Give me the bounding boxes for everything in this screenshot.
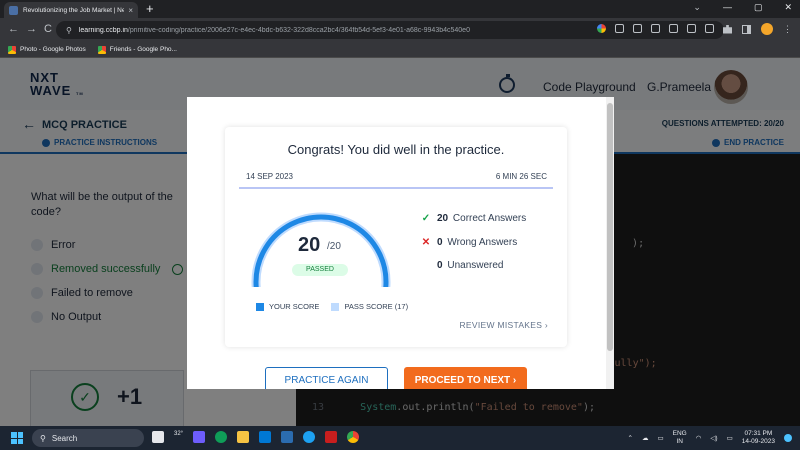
result-card: Congrats! You did well in the practice. … bbox=[225, 127, 567, 347]
close-window-button[interactable]: ✕ bbox=[784, 2, 792, 13]
legend-label: YOUR SCORE bbox=[269, 302, 320, 311]
bookmark-label: Friends - Google Pho... bbox=[109, 46, 177, 53]
extension-icons: ⋮ bbox=[723, 23, 792, 35]
browser-tab-bar: Revolutionizing the Job Market | Ne × + … bbox=[0, 0, 800, 18]
result-modal: Congrats! You did well in the practice. … bbox=[187, 97, 614, 389]
modal-scrollbar[interactable] bbox=[606, 97, 614, 389]
windows-start-icon[interactable] bbox=[11, 432, 23, 444]
battery-status-icon[interactable]: ▭ bbox=[727, 434, 733, 442]
site-favicon-icon bbox=[9, 5, 18, 15]
gauge-score-arc bbox=[253, 214, 389, 287]
cross-icon: ✕ bbox=[421, 237, 431, 248]
maximize-button[interactable]: ▢ bbox=[754, 2, 763, 13]
wifi-icon[interactable]: ◠ bbox=[696, 434, 702, 442]
legend-swatch bbox=[256, 302, 264, 311]
tab-title: Revolutionizing the Job Market | Ne bbox=[23, 6, 125, 14]
store-icon[interactable] bbox=[259, 431, 272, 443]
congrats-title: Congrats! You did well in the practice. bbox=[287, 142, 505, 157]
menu-dots-icon[interactable]: ⋮ bbox=[783, 24, 792, 34]
window-controls: ⌄ — ▢ ✕ bbox=[693, 2, 792, 13]
forward-button[interactable]: → bbox=[26, 23, 37, 35]
proceed-to-next-button[interactable]: PROCEED TO NEXT › bbox=[404, 367, 527, 389]
gauge-legend: YOUR SCORE PASS SCORE (17) bbox=[256, 302, 408, 311]
mail-icon[interactable] bbox=[281, 431, 294, 443]
url-host: learning.ccbp.in bbox=[78, 26, 128, 34]
stat-correct: ✓ 20 Correct Answers bbox=[421, 213, 526, 224]
windows-taskbar: ⚲ Search 32° ⌃ ☁ ▭ ENG IN ◠ ◁) ▭ 07:31 PM… bbox=[0, 426, 800, 450]
hide-icon[interactable] bbox=[669, 24, 678, 33]
notification-bell-icon[interactable] bbox=[784, 434, 792, 442]
score-value: 20 bbox=[298, 234, 321, 256]
battery-icon[interactable]: ▭ bbox=[658, 434, 664, 442]
unanswered-label: Unanswered bbox=[447, 260, 504, 271]
check-icon: ✓ bbox=[421, 213, 431, 224]
wrong-label: Wrong Answers bbox=[447, 237, 518, 248]
url-path: /primitive-coding/practice/2006e27c-e4ec… bbox=[127, 26, 470, 34]
page-content: NXT WAVE TM Code Playground G.Prameela ←… bbox=[0, 58, 800, 426]
divider bbox=[239, 187, 553, 189]
site-info-icon[interactable]: ⚲ bbox=[66, 26, 72, 35]
side-panel-icon[interactable] bbox=[742, 24, 751, 34]
wrong-count: 0 bbox=[437, 237, 443, 248]
new-tab-button[interactable]: + bbox=[146, 1, 154, 16]
url-action-icons bbox=[597, 24, 714, 33]
browser-tab[interactable]: Revolutionizing the Job Market | Ne × bbox=[4, 2, 138, 18]
bookmark-friends[interactable]: Friends - Google Pho... bbox=[97, 45, 177, 54]
google-photos-icon bbox=[97, 45, 106, 54]
taskbar-search[interactable]: ⚲ Search bbox=[32, 429, 144, 447]
bookmark-star-icon[interactable] bbox=[705, 24, 714, 33]
clock[interactable]: 07:31 PM 14-09-2023 bbox=[742, 430, 775, 446]
edge-icon[interactable] bbox=[303, 431, 316, 443]
task-view-icon[interactable] bbox=[152, 431, 164, 443]
unanswered-count: 0 bbox=[437, 260, 443, 271]
google-chrome-icon[interactable] bbox=[347, 431, 360, 443]
profile-avatar-icon[interactable] bbox=[761, 23, 773, 35]
practice-date: 14 SEP 2023 bbox=[246, 172, 294, 181]
google-icon[interactable] bbox=[597, 24, 606, 33]
google-photos-icon bbox=[8, 45, 16, 54]
bookmark-photos[interactable]: Photo - Google Photos bbox=[8, 45, 86, 54]
score-total: /20 bbox=[327, 241, 341, 252]
practice-again-button[interactable]: PRACTICE AGAIN bbox=[265, 367, 388, 389]
legend-swatch bbox=[331, 302, 340, 311]
search-icon: ⚲ bbox=[40, 433, 46, 443]
bookmarks-bar: Photo - Google Photos Friends - Google P… bbox=[0, 42, 800, 58]
zoom-icon[interactable] bbox=[651, 24, 660, 33]
screenshot-icon[interactable] bbox=[615, 24, 624, 33]
practice-duration: 6 MIN 26 SEC bbox=[495, 172, 547, 181]
bookmark-label: Photo - Google Photos bbox=[20, 46, 86, 53]
chrome-app-icon[interactable] bbox=[215, 431, 228, 443]
correct-label: Correct Answers bbox=[452, 213, 527, 224]
correct-count: 20 bbox=[437, 213, 449, 224]
show-hidden-icons-icon[interactable]: ⌃ bbox=[628, 434, 633, 442]
legend-label: PASS SCORE (17) bbox=[344, 302, 409, 311]
mcafee-icon[interactable] bbox=[325, 431, 338, 443]
teams-icon[interactable] bbox=[193, 431, 206, 443]
back-button[interactable]: ← bbox=[8, 23, 19, 35]
stat-wrong: ✕ 0 Wrong Answers bbox=[421, 237, 517, 248]
weather-widget[interactable]: 32° bbox=[174, 431, 183, 443]
scrollbar-thumb[interactable] bbox=[607, 103, 613, 351]
reload-button[interactable]: C bbox=[44, 23, 52, 35]
minimize-button[interactable]: — bbox=[723, 2, 732, 13]
volume-icon[interactable]: ◁) bbox=[710, 434, 717, 442]
taskbar-apps: 32° bbox=[152, 431, 360, 443]
gauge-pass-arc bbox=[251, 212, 391, 287]
system-tray: ⌃ ☁ ▭ ENG IN ◠ ◁) ▭ 07:31 PM 14-09-2023 bbox=[628, 430, 792, 446]
review-mistakes-link[interactable]: REVIEW MISTAKES › bbox=[459, 320, 548, 330]
status-badge: PASSED bbox=[292, 264, 348, 276]
onedrive-icon[interactable]: ☁ bbox=[642, 434, 649, 442]
share-icon[interactable] bbox=[687, 24, 696, 33]
address-bar-row: ← → C ⚲ learning.ccbp.in/primitive-codin… bbox=[0, 18, 800, 42]
tab-close-icon[interactable]: × bbox=[128, 6, 133, 15]
language-indicator[interactable]: ENG IN bbox=[673, 430, 687, 446]
tab-search-icon[interactable]: ⌄ bbox=[693, 2, 701, 13]
legend-your-score: YOUR SCORE bbox=[256, 302, 319, 311]
search-label: Search bbox=[51, 433, 78, 443]
translate-icon[interactable] bbox=[633, 24, 642, 33]
stat-unanswered: 0 Unanswered bbox=[421, 260, 504, 271]
file-explorer-icon[interactable] bbox=[237, 431, 250, 443]
legend-pass-score: PASS SCORE (17) bbox=[331, 302, 408, 311]
extensions-puzzle-icon[interactable] bbox=[723, 24, 732, 34]
